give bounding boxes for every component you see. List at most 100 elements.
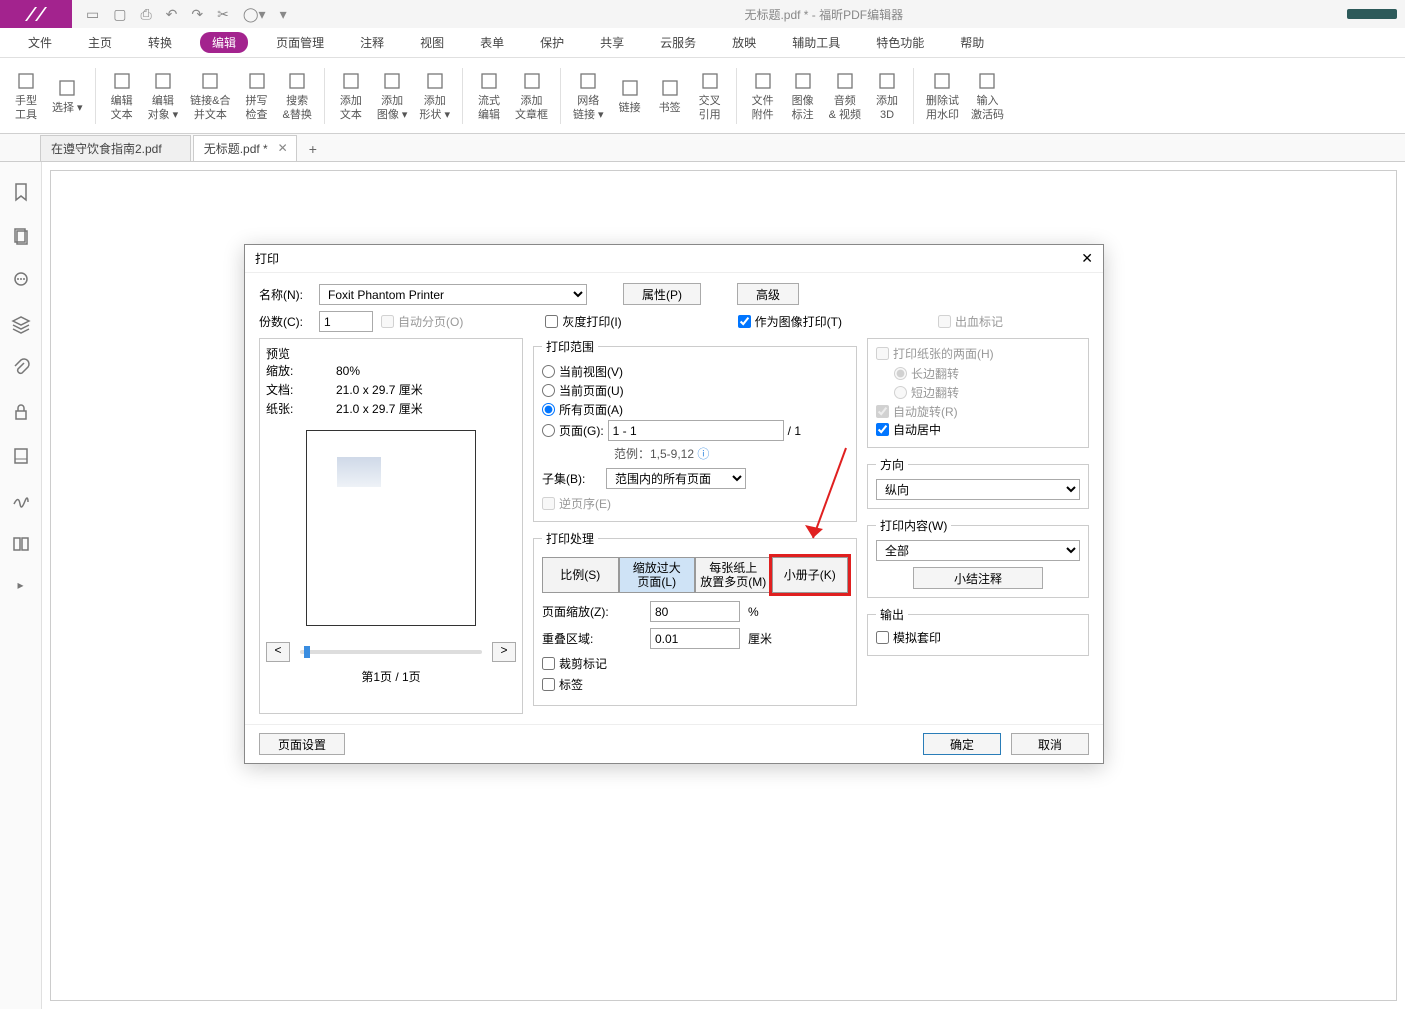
print-icon[interactable]: ⎙ <box>140 6 151 23</box>
security-icon[interactable] <box>11 402 31 422</box>
comment-icon[interactable] <box>11 270 31 290</box>
menu-辅助工具[interactable]: 辅助工具 <box>784 30 848 55</box>
ribbon-手型工具[interactable]: 手型 工具 <box>8 67 44 123</box>
ribbon-添加3D[interactable]: 添加 3D <box>869 67 905 123</box>
grayscale-checkbox[interactable] <box>545 315 558 328</box>
undo-icon[interactable]: ↶ <box>166 6 178 23</box>
ribbon-拼写检查[interactable]: 拼写 检查 <box>239 67 275 123</box>
menu-放映[interactable]: 放映 <box>724 30 764 55</box>
expand-icon[interactable]: ▸ <box>17 578 23 592</box>
range-current-radio[interactable] <box>542 384 555 397</box>
form-icon[interactable] <box>11 446 31 466</box>
ribbon-输入激活码[interactable]: 输入 激活码 <box>967 67 1008 123</box>
ribbon-icon <box>110 69 134 93</box>
page-slider[interactable] <box>300 650 482 654</box>
menu-注释[interactable]: 注释 <box>352 30 392 55</box>
subset-select[interactable]: 范围内的所有页面 <box>606 468 746 489</box>
prev-page-button[interactable]: < <box>266 642 290 662</box>
booklet-button[interactable]: 小册子(K) <box>772 557 849 593</box>
range-pages-radio[interactable] <box>542 424 555 437</box>
add-tab-button[interactable]: + <box>299 137 327 161</box>
ribbon-网络链接[interactable]: 网络 链接 ▾ <box>569 67 608 123</box>
menu-云服务[interactable]: 云服务 <box>652 30 704 55</box>
summarize-button[interactable]: 小结注释 <box>913 567 1043 589</box>
range-pages-input[interactable] <box>608 420 784 441</box>
multi-button[interactable]: 每张纸上 放置多页(M) <box>695 557 772 593</box>
info-icon[interactable]: ⓘ <box>697 447 709 461</box>
ribbon-搜索&替换[interactable]: 搜索 &替换 <box>279 67 316 123</box>
ribbon-音频&视频[interactable]: 音频 & 视频 <box>825 67 865 123</box>
save-icon[interactable]: ▢ <box>113 6 126 23</box>
menu-编辑[interactable]: 编辑 <box>200 32 248 53</box>
layers-icon[interactable] <box>11 314 31 334</box>
ribbon-链接&合并文本[interactable]: 链接&合 并文本 <box>186 67 234 123</box>
cutmarks-checkbox[interactable] <box>542 657 555 670</box>
advanced-button[interactable]: 高级 <box>737 283 799 305</box>
ribbon-链接[interactable]: 链接 <box>612 74 648 117</box>
menu-保护[interactable]: 保护 <box>532 30 572 55</box>
ribbon-icon <box>151 69 175 93</box>
signature-icon[interactable] <box>11 490 31 510</box>
menu-共享[interactable]: 共享 <box>592 30 632 55</box>
menu-主页[interactable]: 主页 <box>80 30 120 55</box>
ribbon-书签[interactable]: 书签 <box>652 74 688 117</box>
ribbon-icon <box>14 69 38 93</box>
close-icon[interactable]: ✕ <box>1081 250 1093 267</box>
redo-icon[interactable]: ↷ <box>191 6 203 23</box>
ribbon-添加文本[interactable]: 添加 文本 <box>333 67 369 123</box>
ok-button[interactable]: 确定 <box>923 733 1001 755</box>
content-select[interactable]: 全部 <box>876 540 1080 561</box>
doc-tab-active[interactable]: 无标题.pdf * ✕ <box>193 135 297 161</box>
preview-pane: 预览 缩放:80% 文档:21.0 x 29.7 厘米 纸张:21.0 x 29… <box>259 338 523 714</box>
menu-转换[interactable]: 转换 <box>140 30 180 55</box>
bookmark-icon[interactable] <box>11 182 31 202</box>
ribbon-编辑对象[interactable]: 编辑 对象 ▾ <box>144 67 183 123</box>
page-scale-input[interactable] <box>650 601 740 622</box>
ribbon-添加文章框[interactable]: 添加 文章框 <box>511 67 552 123</box>
ribbon-删除试用水印[interactable]: 删除试 用水印 <box>922 67 963 123</box>
menu-文件[interactable]: 文件 <box>20 30 60 55</box>
cancel-button[interactable]: 取消 <box>1011 733 1089 755</box>
labels-checkbox[interactable] <box>542 678 555 691</box>
ribbon-流式编辑[interactable]: 流式 编辑 <box>471 67 507 123</box>
overlap-input[interactable] <box>650 628 740 649</box>
dropdown-icon[interactable]: ▾ <box>280 6 287 23</box>
menu-页面管理[interactable]: 页面管理 <box>268 30 332 55</box>
properties-button[interactable]: 属性(P) <box>623 283 701 305</box>
scale-button[interactable]: 比例(S) <box>542 557 619 593</box>
ribbon-交叉引用[interactable]: 交叉 引用 <box>692 67 728 123</box>
page-setup-button[interactable]: 页面设置 <box>259 733 345 755</box>
circle-icon[interactable]: ◯▾ <box>243 6 266 23</box>
ribbon-添加形状[interactable]: 添加 形状 ▾ <box>415 67 454 123</box>
ribbon-图像标注[interactable]: 图像 标注 <box>785 67 821 123</box>
ribbon-label: 输入 激活码 <box>971 95 1004 121</box>
pages-icon[interactable] <box>11 226 31 246</box>
copies-input[interactable] <box>319 311 373 332</box>
autocenter-checkbox[interactable] <box>876 423 889 436</box>
printer-select[interactable]: Foxit Phantom Printer <box>319 284 587 305</box>
open-icon[interactable]: ▭ <box>86 6 99 23</box>
menu-特色功能[interactable]: 特色功能 <box>868 30 932 55</box>
scissors-icon[interactable]: ✂ <box>217 6 229 23</box>
next-page-button[interactable]: > <box>492 642 516 662</box>
quick-access: ▭ ▢ ⎙ ↶ ↷ ✂ ◯▾ ▾ <box>72 6 301 23</box>
ribbon-separator <box>462 68 463 124</box>
close-icon[interactable]: ✕ <box>278 141 288 155</box>
ribbon-添加图像[interactable]: 添加 图像 ▾ <box>373 67 412 123</box>
menu-视图[interactable]: 视图 <box>412 30 452 55</box>
doc-tab[interactable]: 在遵守饮食指南2.pdf <box>40 135 191 161</box>
as-image-checkbox[interactable] <box>738 315 751 328</box>
orientation-select[interactable]: 纵向 <box>876 479 1080 500</box>
range-all-radio[interactable] <box>542 403 555 416</box>
ribbon: 手型 工具选择 ▾ 编辑 文本编辑 对象 ▾链接&合 并文本拼写 检查搜索 &替换… <box>0 58 1405 134</box>
ribbon-编辑文本[interactable]: 编辑 文本 <box>104 67 140 123</box>
menu-表单[interactable]: 表单 <box>472 30 512 55</box>
simulate-checkbox[interactable] <box>876 631 889 644</box>
compare-icon[interactable] <box>11 534 31 554</box>
range-view-radio[interactable] <box>542 365 555 378</box>
attachment-icon[interactable] <box>11 358 31 378</box>
ribbon-选择[interactable]: 选择 ▾ <box>48 74 87 117</box>
menu-帮助[interactable]: 帮助 <box>952 30 992 55</box>
fit-button[interactable]: 缩放过大 页面(L) <box>619 557 696 593</box>
ribbon-文件附件[interactable]: 文件 附件 <box>745 67 781 123</box>
